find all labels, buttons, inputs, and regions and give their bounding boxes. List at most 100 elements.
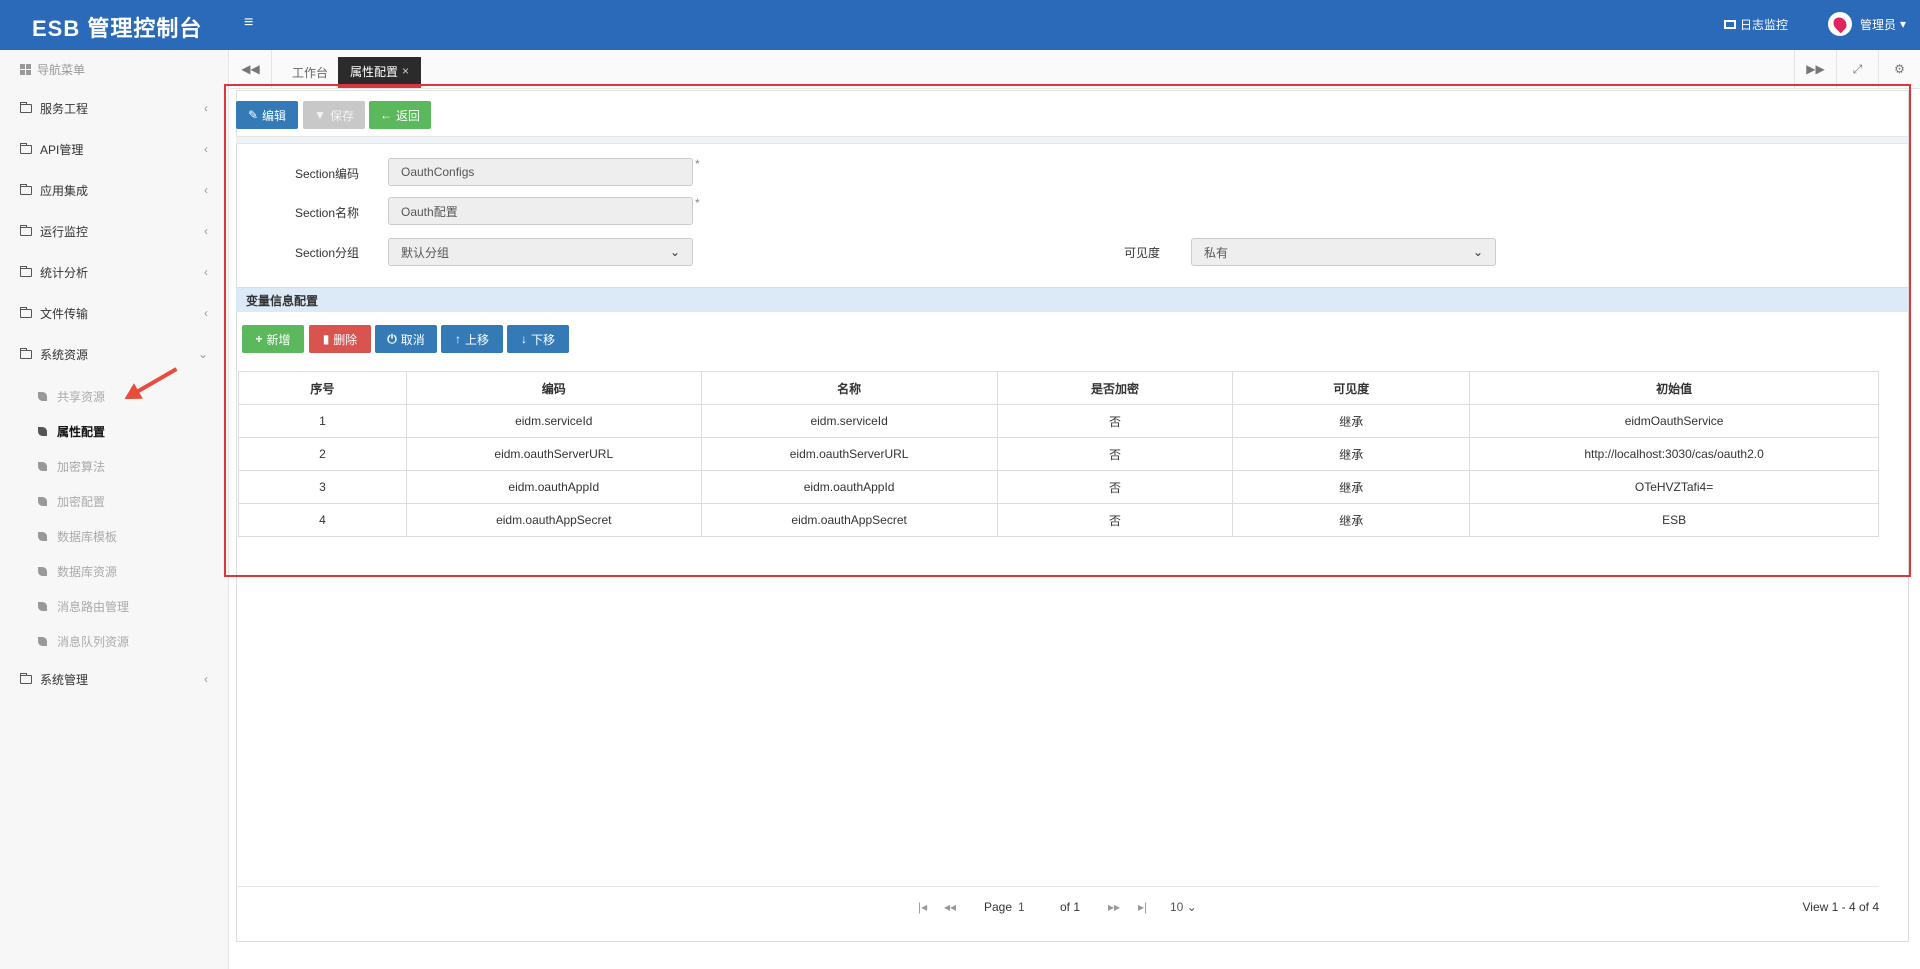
page-number-input[interactable]: 1 [1018, 897, 1056, 917]
sidebar-item-app-integration[interactable]: 应用集成 ‹ [0, 170, 228, 211]
page-size-select[interactable]: 10 ⌄ [1170, 900, 1197, 914]
table-header-row: 序号 编码 名称 是否加密 可见度 初始值 [238, 371, 1879, 405]
sidebar-subitem-label: 属性配置 [57, 425, 106, 439]
tab-label: 属性配置 [350, 64, 399, 79]
sidebar-subitem-encryption-config[interactable]: 加密配置 [0, 484, 228, 519]
leaf-icon [38, 637, 47, 646]
sidebar-item-label: 应用集成 [40, 184, 89, 198]
tab-property-config[interactable]: 属性配置 × [338, 57, 422, 88]
sidebar-subitem-label: 消息队列资源 [57, 635, 130, 649]
tab-bar-actions: ▶▶ ⤢ ⚙ [1794, 50, 1920, 88]
page-label: Page [984, 900, 1013, 914]
tab-workspace[interactable]: 工作台 [280, 57, 340, 88]
fullscreen-icon[interactable]: ⤢ [1836, 50, 1878, 88]
edit-button[interactable]: ✎ 编辑 [236, 101, 298, 129]
sidebar-item-file-transfer[interactable]: 文件传输 ‹ [0, 293, 228, 334]
sidebar-subitem-message-queue[interactable]: 消息队列资源 [0, 624, 228, 659]
section-group-select[interactable]: 默认分组 ⌄ [388, 238, 693, 266]
column-header-index[interactable]: 序号 [238, 371, 407, 405]
move-down-button[interactable]: ↓ 下移 [507, 325, 569, 353]
folder-icon [20, 184, 32, 195]
folder-icon [20, 348, 32, 359]
user-menu[interactable]: 管理员 ▾ [1827, 12, 1906, 36]
table-row[interactable]: 2 eidm.oauthServerURL eidm.oauthServerUR… [238, 437, 1879, 471]
top-header: ESB 管理控制台 ≡ 日志监控 管理员 ▾ [0, 0, 1920, 50]
table-cell: eidm.oauthServerURL [405, 437, 702, 471]
visibility-label: 可见度 [1123, 246, 1160, 260]
power-icon: ⏻ [387, 331, 397, 346]
sidebar-subitem-shared-resources[interactable]: 共享资源 [0, 379, 228, 414]
last-page-icon[interactable]: ▸| [1138, 900, 1147, 914]
gear-icon[interactable]: ⚙ [1878, 50, 1920, 88]
visibility-select[interactable]: 私有 ⌄ [1191, 238, 1496, 266]
column-header-encrypted[interactable]: 是否加密 [996, 371, 1234, 405]
log-monitor-label: 日志监控 [1739, 17, 1788, 32]
tab-scroll-left-button[interactable]: ◀◀ [230, 50, 272, 88]
cancel-button[interactable]: ⏻ 取消 [375, 325, 437, 353]
add-button[interactable]: + 新增 [242, 325, 304, 353]
table-cell: eidm.serviceId [405, 404, 702, 438]
chevron-left-icon: ‹ [204, 224, 208, 238]
leaf-icon [38, 462, 47, 471]
sidebar-item-api[interactable]: API管理 ‹ [0, 129, 228, 170]
sidebar-item-system-management[interactable]: 系统管理 ‹ [0, 659, 228, 700]
table-cell: 继承 [1232, 437, 1471, 471]
grid-icon [20, 63, 31, 75]
section-name-input[interactable]: Oauth配置 [388, 197, 693, 225]
sidebar-item-label: API管理 [40, 143, 84, 157]
column-header-visibility[interactable]: 可见度 [1232, 371, 1471, 405]
sidebar-item-label: 统计分析 [40, 266, 89, 280]
prev-page-icon[interactable]: ◂◂ [944, 900, 956, 914]
sidebar-item-statistics[interactable]: 统计分析 ‹ [0, 252, 228, 293]
sidebar-subitem-db-template[interactable]: 数据库模板 [0, 519, 228, 554]
back-button[interactable]: ← 返回 [369, 101, 431, 129]
avatar [1827, 12, 1852, 36]
monitor-icon [1723, 19, 1736, 29]
leaf-icon [38, 392, 47, 401]
sidebar-subitem-label: 数据库模板 [57, 530, 118, 544]
log-monitor-link[interactable]: 日志监控 [1723, 16, 1788, 33]
sidebar-subitem-message-routing[interactable]: 消息路由管理 [0, 589, 228, 624]
toolbar-separator [236, 136, 1908, 144]
move-up-button[interactable]: ↑ 上移 [441, 325, 503, 353]
pager: |◂ ◂◂ Page 1 of 1 ▸▸ ▸| 10 ⌄ View 1 - 4 … [238, 887, 1879, 927]
menu-toggle-icon[interactable]: ≡ [244, 14, 253, 32]
table-row[interactable]: 4 eidm.oauthAppSecret eidm.oauthAppSecre… [238, 503, 1879, 537]
sidebar-item-monitoring[interactable]: 运行监控 ‹ [0, 211, 228, 252]
section-code-input[interactable]: OauthConfigs [388, 158, 693, 186]
table-cell: 1 [238, 404, 407, 438]
table-row[interactable]: 1 eidm.serviceId eidm.serviceId 否 继承 eid… [238, 404, 1879, 438]
section-code-label: Section编码 [294, 167, 359, 181]
sidebar-subitem-property-config[interactable]: 属性配置 [0, 414, 228, 449]
folder-icon [20, 673, 32, 684]
nav-title: 导航菜单 [0, 50, 228, 88]
page-of-label: of 1 [1060, 900, 1081, 914]
table-cell: 继承 [1232, 470, 1471, 504]
required-mark: * [695, 196, 700, 210]
tab-scroll-right-button[interactable]: ▶▶ [1794, 50, 1836, 88]
table-row[interactable]: 3 eidm.oauthAppId eidm.oauthAppId 否 继承 O… [238, 470, 1879, 504]
column-header-name[interactable]: 名称 [700, 371, 998, 405]
close-icon[interactable]: × [402, 64, 409, 78]
first-page-icon[interactable]: |◂ [918, 900, 927, 914]
sidebar: 导航菜单 服务工程 ‹ API管理 ‹ 应用集成 ‹ 运行监控 ‹ 统计分析 ‹… [0, 50, 229, 969]
table-cell: 继承 [1232, 404, 1471, 438]
save-button[interactable]: ▼ 保存 [303, 101, 365, 129]
folder-icon [20, 225, 32, 236]
next-page-icon[interactable]: ▸▸ [1108, 900, 1120, 914]
location-pin-icon [1830, 14, 1850, 34]
column-header-code[interactable]: 编码 [405, 371, 702, 405]
column-header-initial-value[interactable]: 初始值 [1469, 371, 1879, 405]
chevron-down-icon: ⌄ [1472, 245, 1483, 259]
section-name-label: Section名称 [294, 206, 359, 220]
leaf-icon [38, 497, 47, 506]
sidebar-subitem-encryption-algorithm[interactable]: 加密算法 [0, 449, 228, 484]
sidebar-subitem-db-resources[interactable]: 数据库资源 [0, 554, 228, 589]
visibility-value: 私有 [1204, 245, 1229, 260]
sidebar-item-system-resources[interactable]: 系统资源 ⌄ [0, 334, 228, 375]
sidebar-item-label: 文件传输 [40, 307, 89, 321]
table-cell: 3 [238, 470, 407, 504]
sidebar-item-service-project[interactable]: 服务工程 ‹ [0, 88, 228, 129]
chevron-left-icon: ‹ [204, 672, 208, 686]
delete-button[interactable]: ▮ 删除 [309, 325, 371, 353]
